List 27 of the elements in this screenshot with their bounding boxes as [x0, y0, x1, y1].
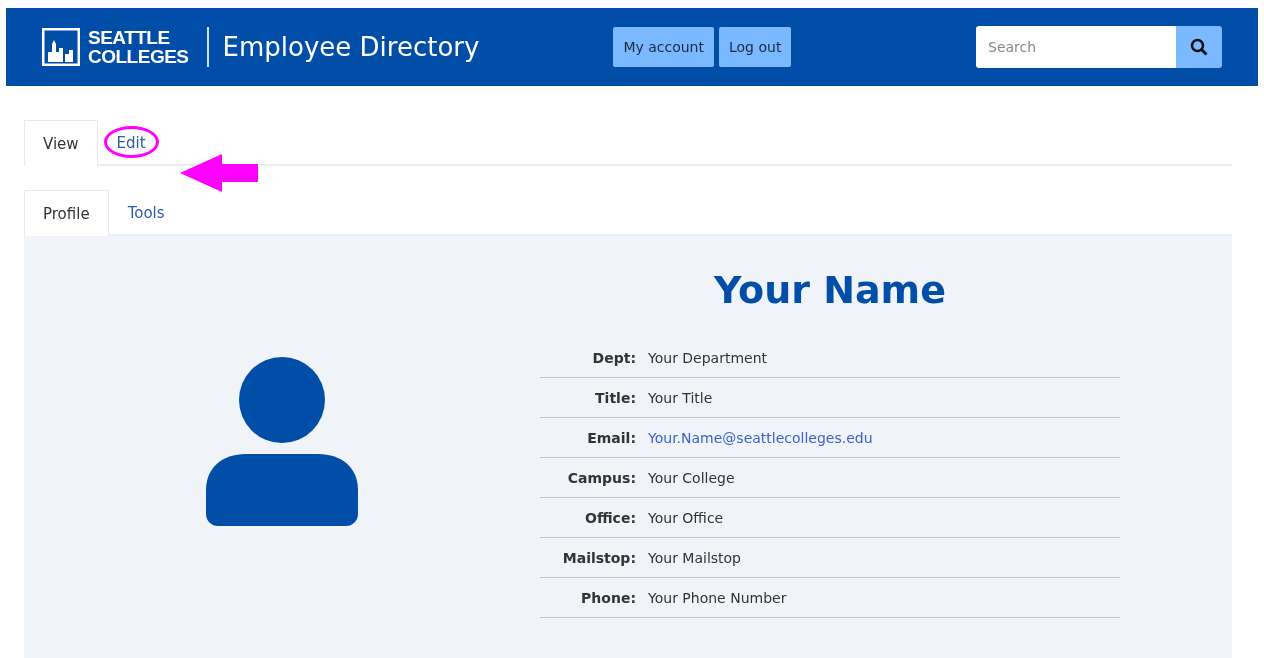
tab[interactable]: Tools	[108, 190, 184, 234]
tab[interactable]: View	[24, 120, 98, 166]
header-button[interactable]: My account	[613, 27, 714, 67]
header-button[interactable]: Log out	[719, 27, 792, 67]
field-value: Your Title	[648, 389, 713, 406]
field-label: Dept:	[591, 349, 637, 366]
field-label: Mailstop:	[561, 549, 637, 566]
field-value: Your Department	[648, 349, 768, 366]
field-label: Phone:	[580, 589, 637, 606]
field-value: Your Phone Number	[648, 589, 787, 606]
tab[interactable]: Profile	[24, 190, 109, 236]
field-label: Email:	[586, 429, 637, 446]
email-link[interactable]: Your.Name@seattlecolleges.edu	[648, 429, 873, 446]
field-value: Your Office	[648, 509, 724, 526]
field-value: Your Mailstop	[648, 549, 741, 566]
skyline-logo-icon	[42, 28, 80, 66]
field-label: Campus:	[566, 469, 637, 486]
field-label: Title:	[594, 389, 637, 406]
search-button[interactable]	[1176, 26, 1222, 68]
field-label: Office:	[584, 509, 637, 526]
field-value: Your College	[648, 469, 735, 486]
tab[interactable]: Edit	[97, 120, 165, 164]
person-avatar-icon	[206, 356, 358, 528]
logo-text: SEATTLE COLLEGES	[88, 28, 189, 66]
profile-name: Your Name	[714, 268, 946, 312]
search-icon	[1190, 38, 1208, 56]
site-title: Employee Directory	[222, 32, 480, 62]
